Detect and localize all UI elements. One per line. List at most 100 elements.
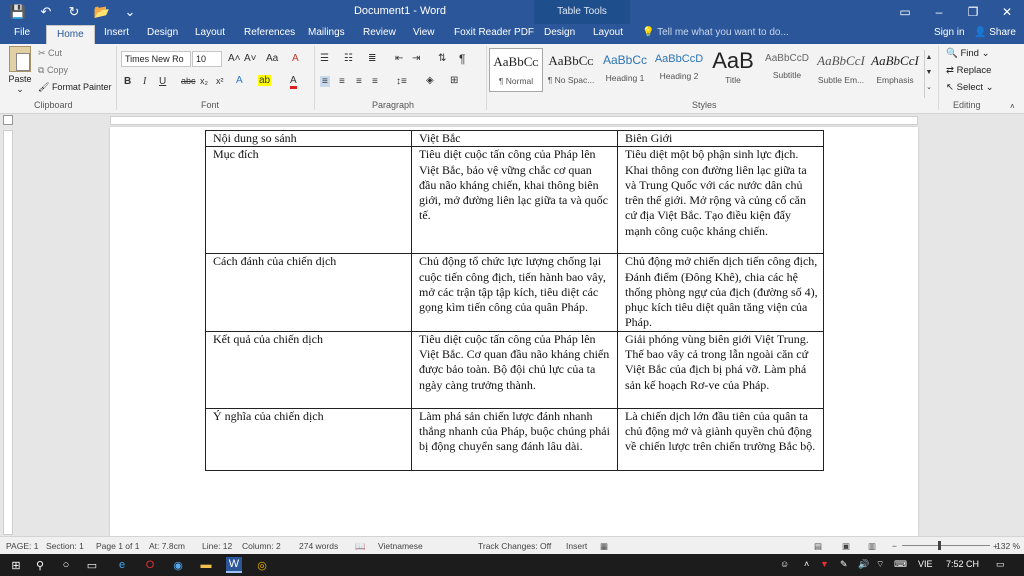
chrome-icon[interactable]: ◎: [254, 557, 270, 573]
sort-icon[interactable]: ⇅: [438, 53, 446, 64]
tab-mailings[interactable]: Mailings: [308, 27, 345, 38]
messenger-icon[interactable]: ◉: [170, 557, 186, 573]
bullets-icon[interactable]: ☰: [320, 53, 329, 64]
find-button[interactable]: 🔍 Find ⌄: [946, 48, 990, 59]
table-cell[interactable]: Giải phóng vùng biên giới Việt Trung. Th…: [617, 330, 824, 409]
justify-icon[interactable]: ≡: [372, 76, 378, 87]
restore-button[interactable]: ❐: [956, 0, 990, 24]
undo-icon[interactable]: ↶: [34, 2, 58, 22]
status-page-of[interactable]: Page 1 of 1: [96, 541, 139, 551]
style-heading-1[interactable]: AaBbCᴄ Heading 1: [598, 48, 652, 92]
font-color-icon[interactable]: A: [290, 75, 297, 89]
minimize-button[interactable]: –: [922, 0, 956, 24]
read-mode-icon[interactable]: ▤: [814, 541, 822, 552]
zoom-slider[interactable]: [902, 545, 990, 546]
volume-icon[interactable]: 🔊: [858, 559, 869, 570]
align-right-icon[interactable]: ≡: [356, 76, 362, 87]
align-left-icon[interactable]: ≡: [320, 76, 330, 87]
ribbon-display-icon[interactable]: ▭: [888, 0, 922, 24]
network-icon[interactable]: ⌔: [876, 559, 884, 570]
redo-icon[interactable]: ↻: [62, 2, 86, 22]
highlight-icon[interactable]: ab: [258, 75, 272, 86]
styles-scroll[interactable]: ▲ ▼ ⌄: [924, 50, 933, 98]
style-subtitle[interactable]: AaBbCcD Subtitle: [760, 48, 814, 92]
table-cell[interactable]: Ý nghĩa của chiến dịch: [205, 407, 412, 471]
font-size-select[interactable]: 10: [192, 51, 222, 67]
antivirus-icon[interactable]: ▼: [820, 559, 829, 569]
status-word-count[interactable]: 274 words: [299, 541, 338, 551]
tell-me-input[interactable]: 💡 Tell me what you want to do...: [642, 27, 789, 38]
superscript-icon[interactable]: x²: [216, 76, 224, 86]
comparison-table[interactable]: Nội dung so sánh Việt Bắc Biên Giới Mục …: [205, 129, 824, 471]
table-cell[interactable]: Là chiến dịch lớn đầu tiên của quân ta c…: [617, 407, 824, 471]
status-language[interactable]: Vietnamese: [378, 541, 423, 551]
status-position[interactable]: At: 7.8cm: [149, 541, 185, 551]
edge-icon[interactable]: e: [114, 557, 130, 573]
pilcrow-icon[interactable]: ¶: [459, 52, 465, 66]
file-explorer-icon[interactable]: ▬: [198, 557, 214, 573]
tab-foxit-reader-pdf[interactable]: Foxit Reader PDF: [454, 27, 534, 38]
table-cell[interactable]: Chủ động tổ chức lực lượng chống lại cuộ…: [411, 253, 618, 332]
line-spacing-icon[interactable]: ↕≡: [396, 76, 407, 87]
status-page[interactable]: PAGE: 1: [6, 541, 38, 551]
notifications-icon[interactable]: ▭: [996, 559, 1005, 570]
tab-selector[interactable]: [3, 115, 13, 125]
sign-in-link[interactable]: Sign in: [934, 27, 965, 38]
proofing-icon[interactable]: 📖: [355, 541, 366, 552]
share-button[interactable]: 👤 Share: [974, 27, 1016, 38]
replace-button[interactable]: ⇄ Replace: [946, 65, 991, 76]
table-cell[interactable]: Tiêu diệt cuộc tấn công của Pháp lên Việ…: [411, 330, 618, 409]
select-button[interactable]: ↖ Select ⌄: [946, 82, 994, 93]
tab-file[interactable]: File: [14, 27, 30, 38]
format-painter-button[interactable]: 🖌 Format Painter: [38, 82, 111, 93]
borders-icon[interactable]: ⊞: [450, 75, 458, 86]
word-icon[interactable]: W: [226, 557, 242, 573]
windows-start-icon[interactable]: ⊞: [8, 557, 24, 573]
collapse-ribbon-icon[interactable]: ˄: [1010, 102, 1015, 111]
style-title[interactable]: AaB Title: [706, 48, 760, 92]
tab-design[interactable]: Design: [147, 27, 178, 38]
style-subtle-emphasis[interactable]: AaBbCcI Subtle Em...: [814, 48, 868, 92]
underline-icon[interactable]: U: [159, 76, 166, 87]
strikethrough-icon[interactable]: abc: [181, 76, 196, 86]
tab-view[interactable]: View: [413, 27, 435, 38]
tab-home[interactable]: Home: [46, 25, 95, 44]
document-page[interactable]: Nội dung so sánh Việt Bắc Biên Giới Mục …: [110, 127, 918, 536]
table-cell[interactable]: Kết quả của chiến dịch: [205, 330, 412, 409]
macro-icon[interactable]: ▦: [600, 541, 608, 552]
numbering-icon[interactable]: ☷: [344, 53, 353, 64]
grow-font-icon[interactable]: A˄: [228, 53, 241, 64]
table-cell[interactable]: Chủ động mở chiến dịch tiến công địch, Đ…: [617, 253, 824, 332]
people-icon[interactable]: ☺: [780, 559, 789, 569]
shading-icon[interactable]: ◈: [426, 75, 434, 86]
align-center-icon[interactable]: ≡: [339, 76, 345, 87]
subscript-icon[interactable]: x₂: [200, 76, 208, 86]
change-case-icon[interactable]: Aa: [266, 53, 278, 64]
multilevel-list-icon[interactable]: ≣: [368, 53, 376, 64]
close-button[interactable]: ✕: [990, 0, 1024, 24]
tab-insert[interactable]: Insert: [104, 27, 129, 38]
table-cell[interactable]: Việt Bắc: [411, 129, 618, 148]
table-cell[interactable]: Làm phá sản chiến lược đánh nhanh thắng …: [411, 407, 618, 471]
zoom-slider-handle[interactable]: [938, 541, 941, 550]
clear-formatting-icon[interactable]: A: [292, 53, 299, 64]
cut-button[interactable]: ✂ Cut: [38, 48, 62, 59]
keyboard-icon[interactable]: ⌨: [894, 559, 907, 570]
opera-icon[interactable]: O: [142, 557, 158, 573]
font-name-select[interactable]: Times New Ro: [121, 51, 191, 67]
paste-button[interactable]: Paste ⌄: [6, 46, 34, 96]
vertical-ruler[interactable]: [3, 130, 13, 535]
status-line[interactable]: Line: 12: [202, 541, 232, 551]
search-icon[interactable]: ⚲: [32, 557, 48, 573]
pen-icon[interactable]: ✎: [840, 559, 848, 570]
horizontal-ruler[interactable]: [0, 114, 1024, 127]
tab-layout[interactable]: Layout: [195, 27, 225, 38]
status-track-changes[interactable]: Track Changes: Off: [478, 541, 551, 551]
style-heading-2[interactable]: AaBbCcD Heading 2: [652, 48, 706, 92]
cortana-icon[interactable]: ○: [58, 557, 74, 573]
table-cell[interactable]: Tiêu diệt một bộ phận sinh lực địch. Kha…: [617, 146, 824, 255]
tab-references[interactable]: References: [244, 27, 295, 38]
open-icon[interactable]: 📂: [90, 2, 114, 22]
style-normal[interactable]: AaBbCᴄ ¶ Normal: [489, 48, 543, 92]
customize-qat-icon[interactable]: ⌄: [118, 2, 142, 22]
